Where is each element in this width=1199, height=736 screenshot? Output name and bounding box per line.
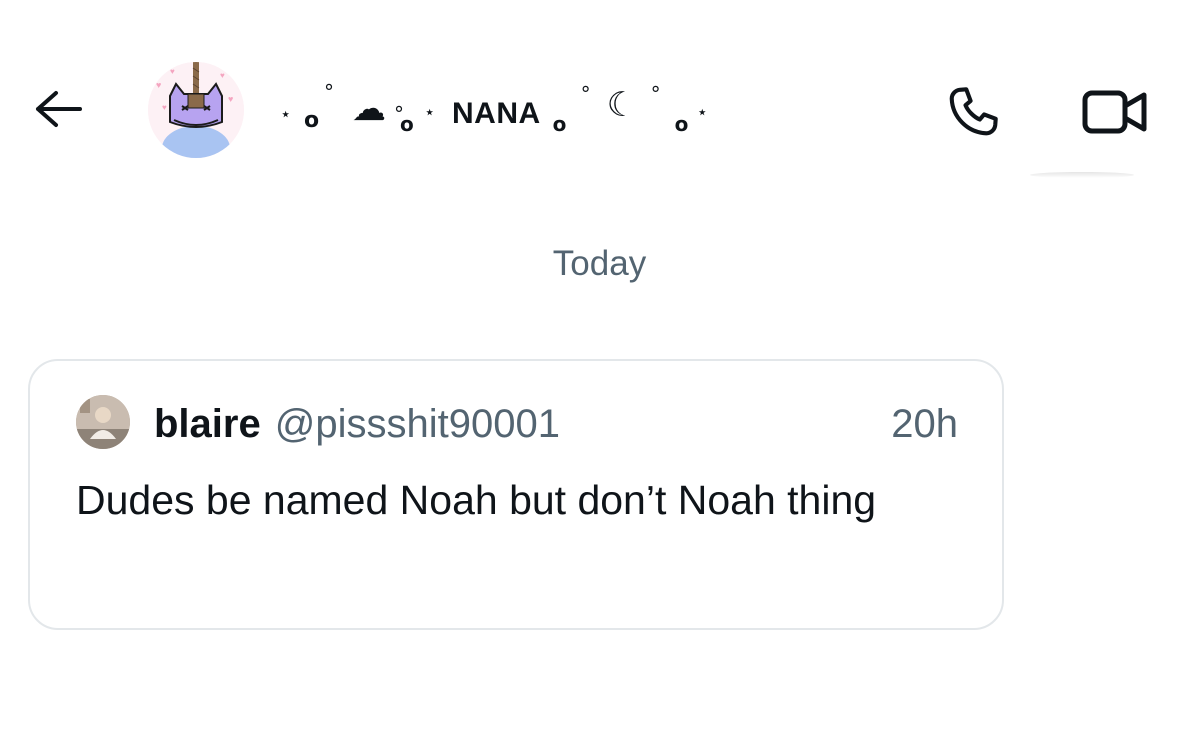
shared-tweet-card[interactable]: blaire @pissshit90001 20h Dudes be named… [28, 359, 1004, 630]
conversation-title[interactable]: ⋆ o ° ☁ ° o ⋆ NANA o ° ☾ ° o ⋆ [278, 78, 727, 138]
header-divider-shadow [1030, 172, 1134, 178]
author-photo [76, 395, 130, 449]
cloud-icon: ☁ [352, 89, 386, 129]
svg-text:♥: ♥ [162, 103, 167, 112]
tweet-author-avatar[interactable] [76, 395, 130, 449]
contact-avatar[interactable]: ♥ ♥ ♥ ♥ ♥ [148, 62, 244, 158]
phone-icon [949, 87, 998, 136]
voice-call-button[interactable] [940, 80, 1006, 144]
svg-text:♥: ♥ [228, 94, 233, 104]
cat-avatar-image: ♥ ♥ ♥ ♥ ♥ [148, 62, 244, 158]
contact-name: NANA [452, 97, 541, 130]
title-decoration-left: ⋆ o ° ☁ ° o ⋆ [280, 80, 436, 136]
tweet-text: Dudes be named Noah but don’t Noah thing [76, 477, 877, 523]
back-button[interactable] [30, 84, 86, 134]
crescent-moon-icon: ☾ [606, 85, 638, 125]
date-separator: Today [552, 244, 647, 283]
video-camera-icon [1082, 90, 1147, 134]
title-decoration-right: o ° ☾ ° o ⋆ [552, 82, 708, 136]
tweet-header: blaire @pissshit90001 20h [154, 399, 958, 449]
svg-text:♥: ♥ [170, 67, 175, 76]
tweet-timestamp: 20h [891, 401, 958, 446]
tweet-author-name[interactable]: blaire [154, 402, 261, 447]
arrow-left-icon [36, 91, 82, 127]
dm-conversation-screen: ♥ ♥ ♥ ♥ ♥ ⋆ o ° ☁ ° o ⋆ NANA o ° ☾ ° o ⋆… [0, 0, 1199, 736]
svg-text:♥: ♥ [156, 80, 161, 90]
video-call-button[interactable] [1076, 82, 1154, 142]
svg-text:♥: ♥ [220, 71, 225, 80]
tweet-author-handle[interactable]: @pissshit90001 [275, 402, 560, 447]
